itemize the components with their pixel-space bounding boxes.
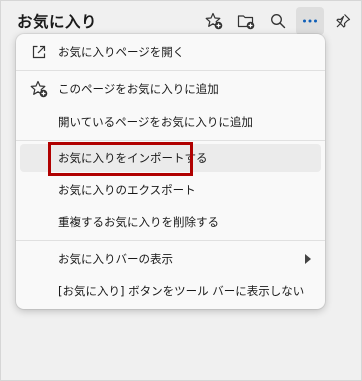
favorites-pane: お気に入り お気に入りページを開く このページをお気に入りに追加 開いているペー… (0, 0, 362, 381)
menu-item-label: お気に入りバーの表示 (58, 252, 173, 266)
menu-item-label: お気に入りをインポートする (58, 151, 208, 165)
add-favorite-button[interactable] (200, 7, 228, 35)
submenu-arrow-icon (305, 254, 311, 264)
menu-item-import-favorites[interactable]: お気に入りをインポートする (20, 144, 321, 172)
pin-button[interactable] (329, 7, 357, 35)
menu-item-label: [お気に入り] ボタンをツール バーに表示しない (58, 284, 305, 298)
favorites-title: お気に入り (17, 13, 98, 31)
menu-item-open-favorites-page[interactable]: お気に入りページを開く (20, 38, 321, 66)
add-folder-button[interactable] (232, 7, 260, 35)
menu-item-add-open-pages[interactable]: 開いているページをお気に入りに追加 (20, 108, 321, 136)
menu-item-label: お気に入りのエクスポート (58, 183, 196, 197)
search-icon (270, 13, 286, 29)
menu-separator (16, 240, 325, 241)
search-button[interactable] (264, 7, 292, 35)
menu-item-export-favorites[interactable]: お気に入りのエクスポート (20, 176, 321, 204)
menu-separator (16, 70, 325, 71)
menu-item-hide-favorites-button[interactable]: [お気に入り] ボタンをツール バーに表示しない (20, 277, 321, 305)
menu-item-show-favorites-bar[interactable]: お気に入りバーの表示 (20, 245, 321, 273)
more-options-icon (302, 18, 318, 24)
open-page-icon (30, 43, 48, 61)
pin-icon (335, 13, 351, 29)
menu-item-remove-duplicates[interactable]: 重複するお気に入りを削除する (20, 208, 321, 236)
favorites-more-menu: お気に入りページを開く このページをお気に入りに追加 開いているページをお気に入… (16, 34, 325, 309)
add-folder-icon (237, 12, 255, 30)
more-options-button[interactable] (296, 7, 324, 35)
menu-item-label: 重複するお気に入りを削除する (58, 215, 219, 229)
menu-separator (16, 140, 325, 141)
menu-item-label: このページをお気に入りに追加 (58, 82, 219, 96)
menu-item-label: お気に入りページを開く (58, 45, 185, 59)
add-favorite-star-icon (205, 12, 223, 30)
add-favorite-star-icon (30, 80, 48, 98)
menu-item-label: 開いているページをお気に入りに追加 (58, 115, 253, 129)
menu-item-add-this-page[interactable]: このページをお気に入りに追加 (20, 75, 321, 103)
